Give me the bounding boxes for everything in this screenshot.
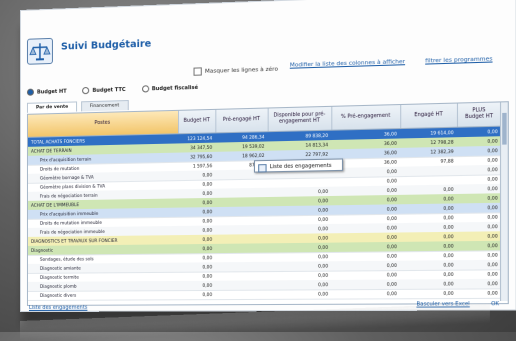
cell-budget: 0,00: [178, 216, 215, 226]
cell-engage: 0,00: [400, 289, 457, 299]
col-postes[interactable]: Postes: [28, 111, 179, 137]
grid-scrollbar[interactable]: [500, 102, 508, 301]
radio-dot-icon: [142, 85, 149, 92]
mask-zero-option[interactable]: Masquer les lignes à zéro: [194, 65, 278, 76]
mask-zero-checkbox[interactable]: [194, 67, 202, 75]
radio-budget-ht[interactable]: Budget HT: [27, 89, 67, 96]
modify-columns-link[interactable]: Modifier la liste des colonnes à affiche…: [290, 59, 405, 69]
tab-financement[interactable]: Financement: [81, 100, 129, 111]
cell-budget: 0,00: [178, 235, 215, 245]
cell-engage: 0,00: [400, 279, 457, 289]
app-window: Suivi Budgétaire Masquer les lignes à zé…: [20, 0, 516, 312]
cell-pct: 0,00: [331, 261, 400, 271]
col-engage[interactable]: Engagé HT: [400, 104, 458, 128]
footer-engagements-link[interactable]: Liste des engagements: [29, 305, 87, 311]
cell-dispo: 0,00: [268, 271, 332, 281]
cell-budget: 0,00: [178, 244, 215, 254]
cell-pct: 0,00: [331, 270, 400, 280]
row-label: Diagnostic divers: [40, 290, 176, 300]
cell-budget: 0,00: [178, 281, 215, 290]
budget-mode-radios: Budget HT Budget TTC Budget fiscalisé: [27, 83, 213, 95]
cell-dispo: 0,00: [268, 289, 332, 299]
cell-pre: [215, 290, 267, 299]
list-icon: [258, 164, 266, 172]
cell-last: 0,00: [457, 288, 501, 298]
context-menu[interactable]: Liste des engagements: [254, 158, 343, 172]
col-budget-ht2: Budget HT: [465, 114, 493, 120]
table-row[interactable]: Diagnostic divers0,000,000,000,000,00: [28, 288, 501, 301]
filter-programs-link[interactable]: filtrer les programmes: [425, 56, 492, 64]
cell-dispo: 0,00: [268, 252, 332, 262]
ok-button[interactable]: OK: [491, 301, 499, 307]
cell-last: 0,00: [457, 260, 501, 270]
scrollbar-thumb[interactable]: [502, 113, 506, 145]
page-title: Suivi Budgétaire: [61, 38, 151, 52]
cell-last: 0,00: [457, 250, 501, 260]
radio-budget-ttc[interactable]: Budget TTC: [82, 87, 125, 94]
cell-pre: [215, 262, 267, 272]
col-plus-group[interactable]: PLUS Budget HT: [457, 102, 502, 126]
cell-pre: [215, 253, 267, 263]
cell-engage: 0,00: [400, 260, 457, 270]
cell-budget: 0,00: [178, 262, 215, 271]
col-pct-pre[interactable]: % Pré-engagement: [331, 105, 401, 130]
tab-par-vente[interactable]: Par de vente: [27, 101, 77, 112]
cell-budget: 0,00: [178, 225, 215, 235]
radio-budget-fiscalise[interactable]: Budget fiscalisé: [142, 85, 198, 93]
mask-zero-label: Masquer les lignes à zéro: [205, 67, 278, 75]
cell-budget: 0,00: [178, 207, 215, 217]
cell-pct: 0,00: [331, 289, 400, 299]
col-budget-ht[interactable]: Budget HT: [178, 110, 216, 133]
cell-engage: 0,00: [400, 241, 457, 251]
col-disponible[interactable]: Disponible pour pré-engagement HT: [268, 107, 333, 131]
budget-grid: Postes Budget HT Pré-engagé HT Disponibl…: [27, 101, 509, 306]
radio-dot-icon: [27, 89, 34, 96]
cell-engage: 0,00: [400, 251, 457, 261]
cell-dispo: 0,00: [268, 280, 332, 290]
cell-dispo: 0,00: [268, 261, 332, 271]
cell-pct: 0,00: [331, 279, 400, 289]
cell-pre: [215, 280, 267, 290]
cell-budget: 0,00: [178, 253, 215, 263]
context-menu-item[interactable]: Liste des engagements: [270, 163, 332, 170]
cell-budget: 0,00: [178, 290, 215, 299]
radio-dot-icon: [82, 87, 89, 94]
cell-last: 0,00: [457, 279, 501, 289]
col-pre-engage[interactable]: Pré-engagé HT: [215, 108, 268, 132]
cell-last: 0,00: [457, 241, 501, 251]
cell-last: 0,00: [457, 212, 501, 222]
cell-pre: [215, 243, 267, 253]
cell-budget: 0,00: [178, 271, 215, 280]
app-logo-icon: [27, 38, 53, 65]
cell-pre: [215, 271, 267, 281]
cell-engage: 0,00: [400, 270, 457, 280]
cell-last: 0,00: [457, 222, 501, 232]
cell-last: 0,00: [457, 231, 501, 241]
cell-last: 0,00: [457, 269, 501, 279]
